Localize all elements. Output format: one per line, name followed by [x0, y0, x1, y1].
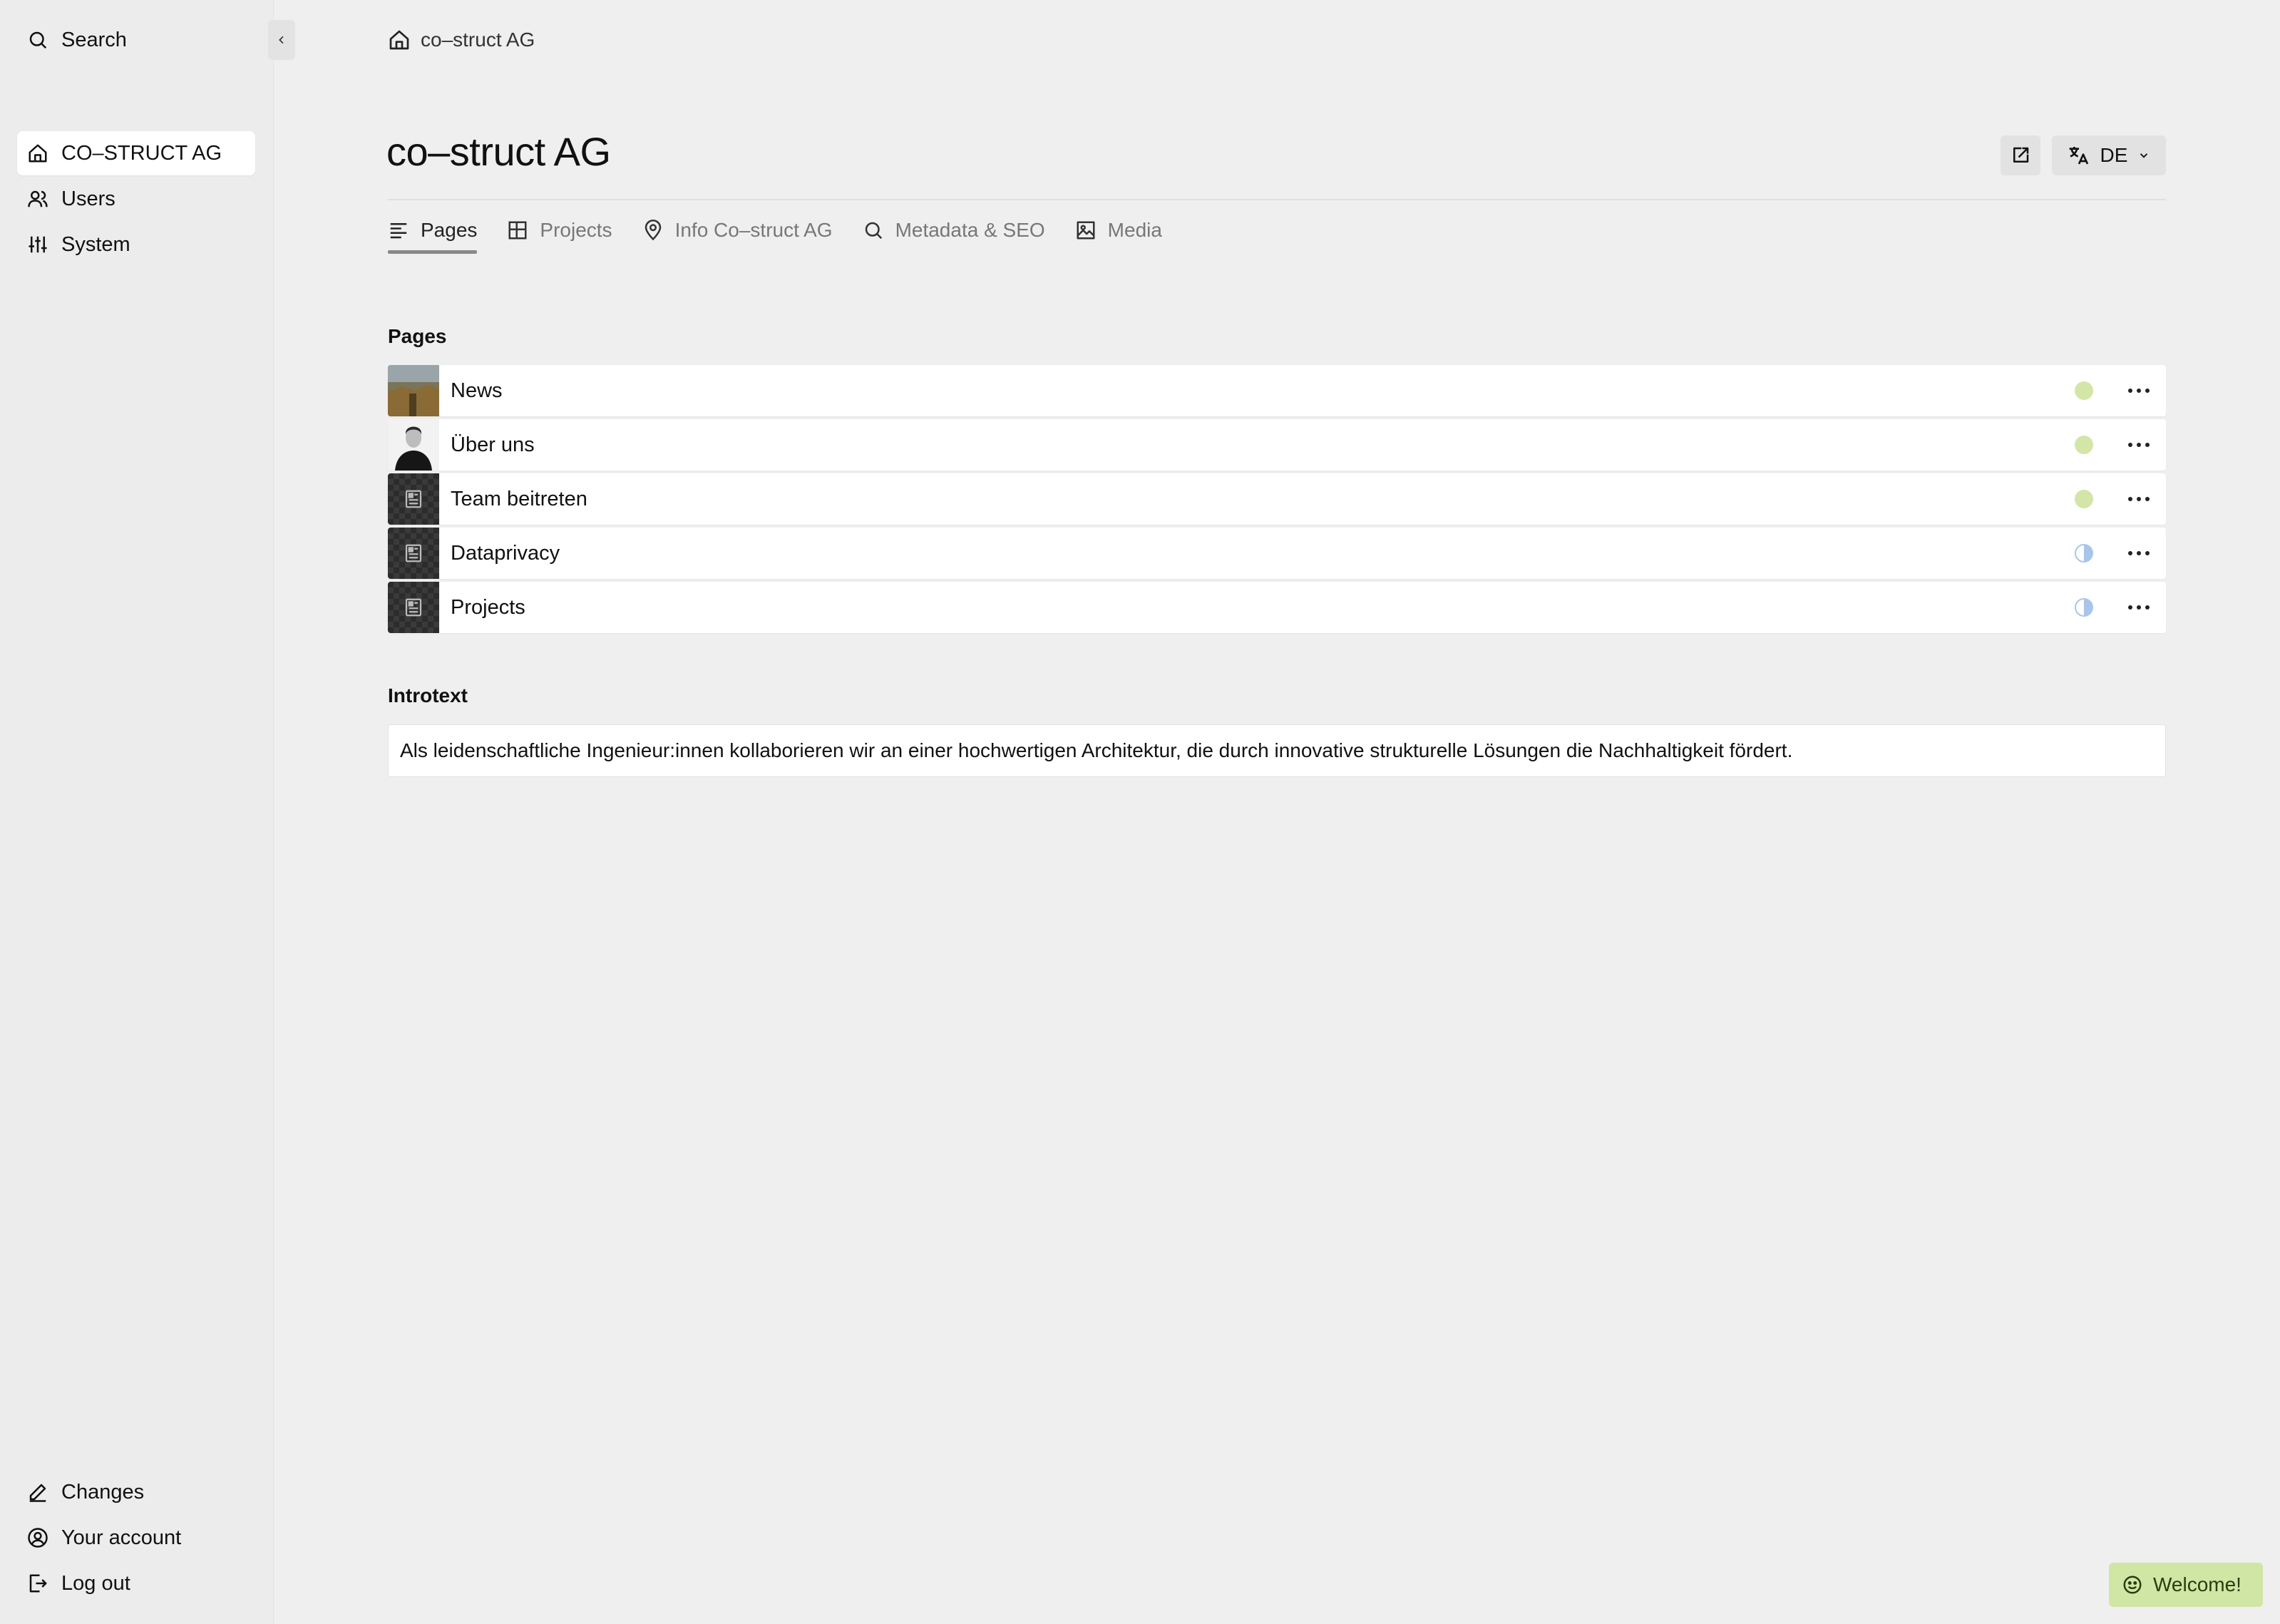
- ellipsis-icon: [2127, 442, 2150, 448]
- sidebar-search-label: Search: [61, 28, 127, 51]
- map-pin-icon: [642, 220, 664, 241]
- open-page-button[interactable]: [2001, 135, 2040, 175]
- status-unlisted-icon[interactable]: [2075, 544, 2093, 562]
- page-thumbnail: [388, 365, 439, 416]
- sidebar-item-account[interactable]: Your account: [17, 1516, 255, 1560]
- account-icon: [27, 1527, 48, 1548]
- ellipsis-icon: [2127, 496, 2150, 502]
- users-icon: [27, 188, 48, 210]
- list-item[interactable]: News: [388, 365, 2166, 416]
- smile-icon: [2122, 1574, 2143, 1595]
- tab-label: Media: [1107, 219, 1162, 241]
- sidebar-item-system[interactable]: System: [17, 222, 255, 267]
- header-divider: [388, 199, 2166, 200]
- page-thumbnail: [388, 419, 439, 471]
- pages-list: News Über uns Team beitreten Dataprivacy: [388, 365, 2166, 636]
- sidebar-item-site[interactable]: CO–STRUCT AG: [17, 131, 255, 175]
- layout-icon: [507, 220, 528, 241]
- breadcrumb-label: co–struct AG: [421, 29, 535, 51]
- page-title-text: Projects: [451, 595, 525, 619]
- chevron-left-icon: [276, 34, 287, 46]
- pen-icon: [27, 1481, 48, 1503]
- more-options-button[interactable]: [2125, 442, 2153, 448]
- tab-pages[interactable]: Pages: [388, 208, 478, 254]
- status-published-icon[interactable]: [2075, 490, 2093, 508]
- more-options-button[interactable]: [2125, 550, 2153, 556]
- sidebar-item-label: Changes: [61, 1480, 145, 1504]
- list-item[interactable]: Projects: [388, 582, 2166, 633]
- page-title-text: Dataprivacy: [451, 541, 560, 565]
- chevron-down-icon: [2137, 149, 2150, 162]
- search-icon: [27, 29, 48, 51]
- tab-metadata-seo[interactable]: Metadata & SEO: [863, 208, 1045, 252]
- tab-info[interactable]: Info Co–struct AG: [642, 208, 833, 252]
- sidebar-nav: CO–STRUCT AG Users System: [17, 131, 255, 268]
- tab-label: Pages: [421, 219, 478, 241]
- text-lines-icon: [388, 220, 409, 241]
- sidebar-search-button[interactable]: Search: [17, 20, 245, 60]
- page-thumbnail: [388, 528, 439, 579]
- sidebar-item-label: Log out: [61, 1571, 130, 1595]
- list-item[interactable]: Team beitreten: [388, 473, 2166, 525]
- more-options-button[interactable]: [2125, 388, 2153, 394]
- page-icon: [403, 543, 424, 564]
- logout-icon: [27, 1573, 48, 1594]
- page-icon: [403, 597, 424, 618]
- pages-section-label: Pages: [388, 325, 447, 347]
- page-thumbnail: [388, 473, 439, 525]
- page-title-text: News: [451, 379, 503, 402]
- external-link-icon: [2010, 145, 2031, 166]
- image-icon: [1075, 220, 1097, 241]
- list-item[interactable]: Über uns: [388, 419, 2166, 471]
- tab-label: Projects: [540, 219, 612, 241]
- collapse-sidebar-button[interactable]: [268, 20, 295, 60]
- sidebar-item-logout[interactable]: Log out: [17, 1561, 255, 1605]
- language-code: DE: [2100, 144, 2128, 166]
- header-actions: DE: [2001, 135, 2166, 175]
- search-icon: [863, 220, 884, 241]
- ellipsis-icon: [2127, 550, 2150, 556]
- welcome-toast-label: Welcome!: [2153, 1573, 2242, 1595]
- sidebar: Search CO–STRUCT AG Users System Changes…: [0, 0, 295, 1624]
- introtext-field[interactable]: Als leidenschaftliche Ingenieur:innen ko…: [388, 724, 2166, 777]
- introtext-value: Als leidenschaftliche Ingenieur:innen ko…: [400, 739, 1793, 761]
- page-title-text: Team beitreten: [451, 487, 587, 510]
- introtext-label: Introtext: [388, 684, 468, 706]
- page-title-text: Über uns: [451, 433, 535, 456]
- sidebar-bottom-nav: Changes Your account Log out: [17, 1470, 255, 1607]
- ellipsis-icon: [2127, 605, 2150, 610]
- more-options-button[interactable]: [2125, 605, 2153, 610]
- tab-media[interactable]: Media: [1075, 208, 1162, 252]
- page-icon: [403, 488, 424, 510]
- status-unlisted-icon[interactable]: [2075, 598, 2093, 617]
- sidebar-item-label: System: [61, 232, 130, 256]
- ellipsis-icon: [2127, 388, 2150, 394]
- status-published-icon[interactable]: [2075, 381, 2093, 400]
- sidebar-item-label: Your account: [61, 1526, 182, 1549]
- list-item[interactable]: Dataprivacy: [388, 528, 2166, 579]
- home-icon: [388, 29, 411, 51]
- sidebar-item-label: CO–STRUCT AG: [61, 141, 222, 165]
- tab-label: Info Co–struct AG: [674, 219, 833, 241]
- tab-label: Metadata & SEO: [895, 219, 1045, 241]
- language-dropdown[interactable]: DE: [2052, 135, 2166, 175]
- tab-bar: Pages Projects Info Co–struct AG Metadat…: [388, 208, 1162, 254]
- sidebar-item-users[interactable]: Users: [17, 177, 255, 221]
- sidebar-item-label: Users: [61, 187, 115, 210]
- more-options-button[interactable]: [2125, 496, 2153, 502]
- page-thumbnail: [388, 582, 439, 633]
- welcome-toast[interactable]: Welcome!: [2109, 1563, 2263, 1607]
- page-title: co–struct AG: [386, 129, 611, 174]
- status-published-icon[interactable]: [2075, 436, 2093, 454]
- tab-projects[interactable]: Projects: [507, 208, 612, 252]
- sidebar-item-changes[interactable]: Changes: [17, 1470, 255, 1514]
- translate-icon: [2068, 144, 2090, 167]
- breadcrumb[interactable]: co–struct AG: [388, 24, 535, 56]
- sliders-icon: [27, 234, 48, 255]
- home-icon: [27, 143, 48, 164]
